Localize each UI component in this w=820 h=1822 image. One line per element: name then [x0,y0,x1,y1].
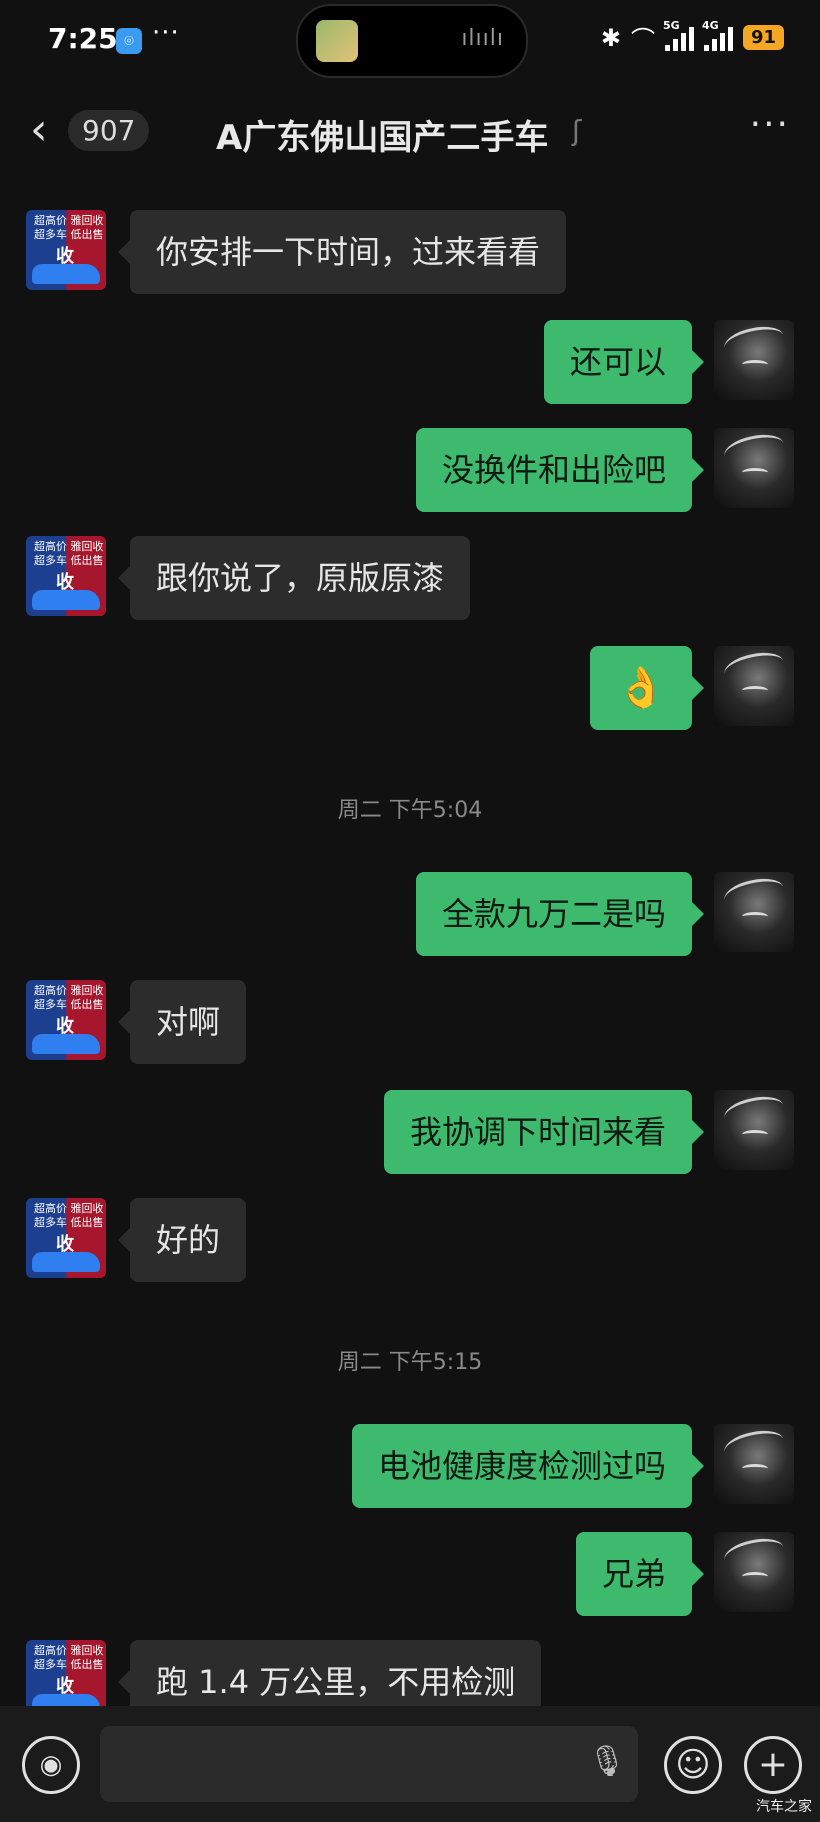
message-bubble-sent[interactable]: 没换件和出险吧 [415,428,705,512]
dynamic-island[interactable]: ılıılı [296,4,528,78]
timestamp: 周二 下午5:15 [337,1350,483,1375]
my-avatar[interactable] [714,428,794,508]
contact-avatar[interactable]: 超高价 雅回收 超多车 低出售 收 [26,1198,106,1278]
chat-header: ‹ 907 A广东佛山国产二手车 ʃ ··· [0,84,820,180]
car-image [32,264,100,284]
status-time: 7:25 [48,22,118,55]
earbuds-icon: ⌒ [630,26,655,54]
voice-input-icon[interactable]: ◉ [22,1736,80,1794]
my-avatar[interactable] [714,646,794,726]
my-avatar[interactable] [714,1090,794,1170]
contact-avatar[interactable]: 超高价 雅回收 超多车 低出售 收 [26,536,106,616]
signal-5g-icon: 5G [663,19,694,51]
message-bubble-sent[interactable]: 兄弟 [575,1532,705,1616]
signal-4g-icon: 4G [702,19,733,51]
contact-avatar[interactable]: 超高价 雅回收 超多车 低出售 收 [26,210,106,290]
emoji-icon[interactable]: ☺ [664,1736,722,1794]
message-bubble-received[interactable]: 对啊 [117,980,247,1064]
audio-wave-icon: ılıılı [461,26,504,51]
app-notification-icon: ⌾ [116,28,142,54]
signal-4g-label: 4G [701,18,719,32]
my-avatar[interactable] [714,872,794,952]
now-playing-thumbnail [316,20,358,62]
message-bubble-sent[interactable]: 电池健康度检测过吗 [351,1424,705,1508]
battery-indicator: 91 [742,25,784,50]
message-bubble-received[interactable]: 你安排一下时间，过来看看 [117,210,567,294]
car-image [32,590,100,610]
bluetooth-icon: ✱ [600,23,621,52]
message-bubble-received[interactable]: 好的 [117,1198,247,1282]
message-list[interactable]: 超高价 雅回收 超多车 低出售 收 你安排一下时间，过来看看 还可以 没换件和出… [0,180,820,1706]
message-bubble-sent[interactable]: 我协调下时间来看 [383,1090,705,1174]
unread-count-badge[interactable]: 907 [68,110,150,151]
avatar-text: 超高价 雅回收 超多车 低出售 [34,214,104,241]
more-options-icon[interactable]: ··· [750,104,790,145]
avatar-text: 超高价 雅回收 超多车 低出售 [34,1644,104,1671]
timestamp: 周二 下午5:04 [337,798,483,823]
signal-5g-label: 5G [662,18,680,32]
status-more-icon: ··· [152,18,180,48]
input-bar: ◉ 🎙 ☺ + [0,1706,820,1822]
car-image [32,1034,100,1054]
plus-icon[interactable]: + [744,1736,802,1794]
earpiece-mode-icon: ʃ [572,114,582,147]
avatar-text: 超高价 雅回收 超多车 低出售 [34,540,104,567]
message-bubble-received[interactable]: 跟你说了，原版原漆 [117,536,471,620]
back-chevron-icon[interactable]: ‹ [30,108,48,152]
message-input[interactable] [100,1726,638,1802]
microphone-icon[interactable]: 🎙 [588,1744,626,1779]
message-bubble-sent[interactable]: 还可以 [543,320,705,404]
status-bar: 7:25 ⌾ ··· ılıılı ✱ ⌒ 5G 4G 91 [0,0,820,84]
message-bubble-sent[interactable]: 全款九万二是吗 [415,872,705,956]
car-image [32,1252,100,1272]
watermark: 汽车之家 [756,1799,812,1815]
contact-avatar[interactable]: 超高价 雅回收 超多车 低出售 收 [26,980,106,1060]
my-avatar[interactable] [714,1532,794,1612]
my-avatar[interactable] [714,320,794,400]
chat-title[interactable]: A广东佛山国产二手车 [216,110,548,159]
avatar-text: 超高价 雅回收 超多车 低出售 [34,984,104,1011]
car-image [32,1694,100,1706]
status-icons: ✱ ⌒ 5G 4G 91 [600,19,784,55]
ok-emoji-message[interactable]: 👌 [590,646,704,730]
contact-avatar[interactable]: 超高价 雅回收 超多车 低出售 收 [26,1640,106,1706]
message-bubble-received[interactable]: 跑 1.4 万公里，不用检测 [117,1640,542,1706]
my-avatar[interactable] [714,1424,794,1504]
avatar-text: 超高价 雅回收 超多车 低出售 [34,1202,104,1229]
